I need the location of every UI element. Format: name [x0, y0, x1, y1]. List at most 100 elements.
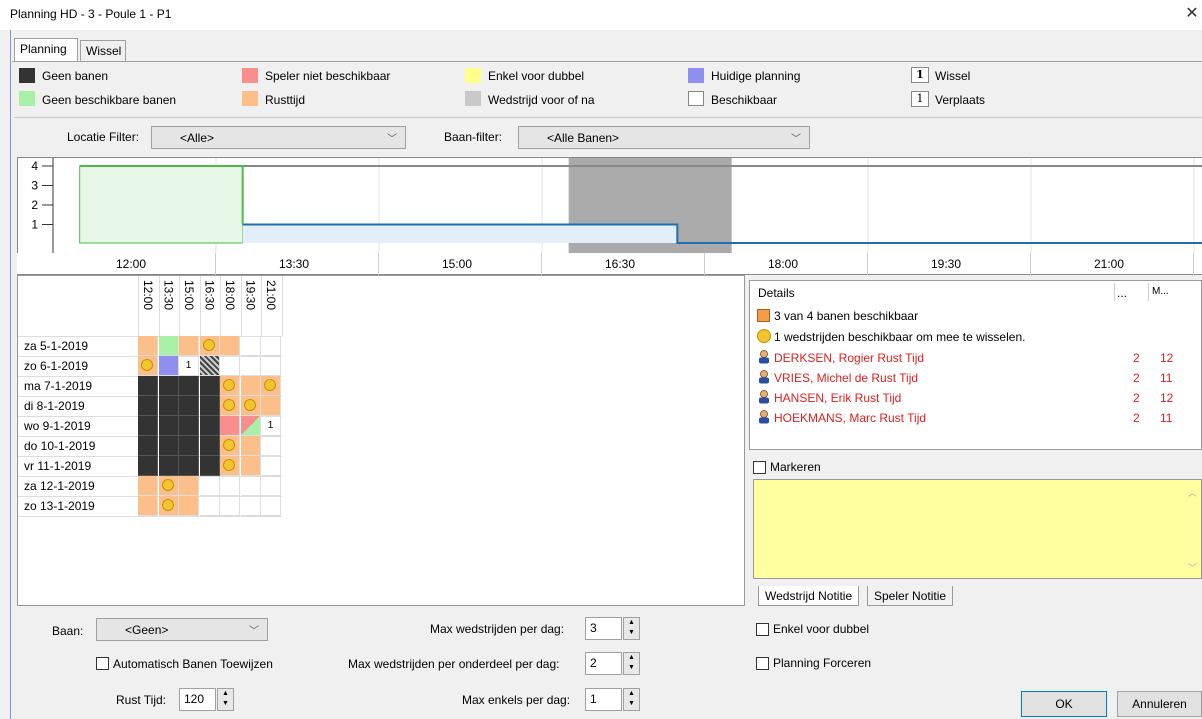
- enkel-dubbel-checkbox[interactable]: [756, 623, 769, 636]
- grid-cell[interactable]: [179, 456, 199, 476]
- grid-cell[interactable]: 1: [179, 356, 199, 376]
- grid-cell[interactable]: [220, 456, 240, 476]
- grid-cell[interactable]: [138, 496, 158, 516]
- grid-cell[interactable]: [199, 376, 220, 396]
- grid-cell[interactable]: [158, 436, 179, 456]
- details-col2-header[interactable]: M...: [1152, 286, 1182, 297]
- auto-banen-checkbox[interactable]: [96, 657, 109, 670]
- grid-cell[interactable]: [240, 356, 261, 376]
- grid-cell[interactable]: [158, 496, 179, 516]
- grid-cell[interactable]: [261, 436, 281, 456]
- grid-cell[interactable]: [220, 416, 240, 436]
- grid-cell[interactable]: [199, 416, 220, 436]
- note-textarea[interactable]: ︿ ﹀: [753, 479, 1202, 579]
- tab-wedstrijd-notitie[interactable]: Wedstrijd Notitie: [758, 586, 860, 606]
- markeren-checkbox[interactable]: [753, 461, 766, 474]
- max-onderdeel-input[interactable]: 2: [585, 652, 622, 675]
- grid-cell[interactable]: [199, 436, 220, 456]
- grid-cell[interactable]: [179, 476, 199, 496]
- grid-cell[interactable]: [261, 496, 281, 516]
- grid-cell[interactable]: [261, 476, 281, 496]
- grid-cell[interactable]: [199, 356, 220, 376]
- grid-cell[interactable]: [220, 396, 240, 416]
- grid-cell[interactable]: [220, 436, 240, 456]
- grid-cell[interactable]: [158, 356, 179, 376]
- rust-tijd-stepper[interactable]: ▲ ▼: [217, 688, 234, 711]
- grid-cell[interactable]: [220, 496, 240, 516]
- coin-icon: [202, 339, 215, 351]
- grid-cell[interactable]: [138, 376, 158, 396]
- grid-line: [281, 276, 283, 336]
- grid-cell[interactable]: [179, 396, 199, 416]
- grid-cell[interactable]: 1: [261, 416, 281, 436]
- grid-cell[interactable]: [199, 336, 220, 356]
- grid-cell[interactable]: [138, 356, 158, 376]
- grid-cell[interactable]: [138, 436, 158, 456]
- locatie-filter-select[interactable]: <Alle> ﹀: [151, 126, 406, 149]
- baan-filter-select[interactable]: <Alle Banen> ﹀: [518, 126, 810, 149]
- grid-cell[interactable]: [199, 396, 220, 416]
- grid-cell[interactable]: [179, 376, 199, 396]
- grid-cell[interactable]: [179, 436, 199, 456]
- grid-cell[interactable]: [138, 476, 158, 496]
- grid-cell[interactable]: [240, 416, 261, 436]
- grid-cell[interactable]: [138, 396, 158, 416]
- grid-cell[interactable]: [261, 396, 281, 416]
- max-dag-input[interactable]: 3: [585, 617, 622, 640]
- grid-cell[interactable]: [138, 336, 158, 356]
- grid-cell[interactable]: [240, 456, 261, 476]
- ok-button[interactable]: OK: [1021, 691, 1107, 717]
- scroll-up-icon[interactable]: ︿: [1188, 486, 1197, 499]
- player-name[interactable]: HANSEN, Erik Rust Tijd: [774, 391, 901, 405]
- max-enkels-input[interactable]: 1: [585, 688, 622, 711]
- grid-cell[interactable]: [199, 496, 220, 516]
- max-onderdeel-stepper[interactable]: ▲ ▼: [623, 652, 640, 675]
- tab-wissel[interactable]: Wissel: [80, 40, 126, 61]
- grid-line: [158, 276, 160, 336]
- grid-date-label: vr 11-1-2019: [24, 459, 92, 473]
- grid-cell[interactable]: [179, 336, 199, 356]
- grid-cell[interactable]: [199, 476, 220, 496]
- player-name[interactable]: HOEKMANS, Marc Rust Tijd: [774, 411, 926, 425]
- grid-cell[interactable]: [261, 376, 281, 396]
- grid-cell[interactable]: [179, 416, 199, 436]
- grid-date-label: ma 7-1-2019: [24, 379, 93, 393]
- grid-cell[interactable]: [240, 496, 261, 516]
- scroll-down-icon[interactable]: ﹀: [1188, 561, 1197, 574]
- grid-time-header: 12:00: [141, 280, 155, 311]
- grid-cell[interactable]: [158, 476, 179, 496]
- grid-cell[interactable]: [138, 416, 158, 436]
- grid-cell[interactable]: [220, 356, 240, 376]
- baan-select[interactable]: <Geen> ﹀: [96, 618, 268, 641]
- rust-tijd-input[interactable]: 120: [179, 688, 216, 711]
- tab-speler-notitie[interactable]: Speler Notitie: [867, 586, 954, 606]
- grid-cell[interactable]: [240, 436, 261, 456]
- grid-cell[interactable]: [240, 396, 261, 416]
- grid-cell[interactable]: [158, 396, 179, 416]
- max-dag-stepper[interactable]: ▲ ▼: [623, 617, 640, 640]
- forceren-checkbox[interactable]: [756, 657, 769, 670]
- grid-cell[interactable]: [199, 456, 220, 476]
- grid-cell[interactable]: [220, 376, 240, 396]
- annuleren-button[interactable]: Annuleren: [1117, 691, 1202, 717]
- grid-cell[interactable]: [158, 376, 179, 396]
- grid-cell[interactable]: [240, 476, 261, 496]
- grid-cell[interactable]: [240, 376, 261, 396]
- grid-cell[interactable]: [158, 416, 179, 436]
- grid-cell[interactable]: [240, 336, 261, 356]
- grid-cell[interactable]: [220, 476, 240, 496]
- details-col1-header[interactable]: ...: [1117, 286, 1147, 300]
- player-name[interactable]: VRIES, Michel de Rust Tijd: [774, 371, 918, 385]
- grid-cell[interactable]: [179, 496, 199, 516]
- player-name[interactable]: DERKSEN, Rogier Rust Tijd: [774, 351, 924, 365]
- close-icon[interactable]: ✕: [1182, 3, 1202, 25]
- grid-cell[interactable]: [158, 336, 179, 356]
- grid-cell[interactable]: [220, 336, 240, 356]
- grid-cell[interactable]: [261, 336, 281, 356]
- grid-cell[interactable]: [261, 456, 281, 476]
- max-enkels-stepper[interactable]: ▲ ▼: [623, 688, 640, 711]
- grid-cell[interactable]: [158, 456, 179, 476]
- grid-cell[interactable]: [261, 356, 281, 376]
- tab-planning[interactable]: Planning: [14, 38, 78, 62]
- grid-cell[interactable]: [138, 456, 158, 476]
